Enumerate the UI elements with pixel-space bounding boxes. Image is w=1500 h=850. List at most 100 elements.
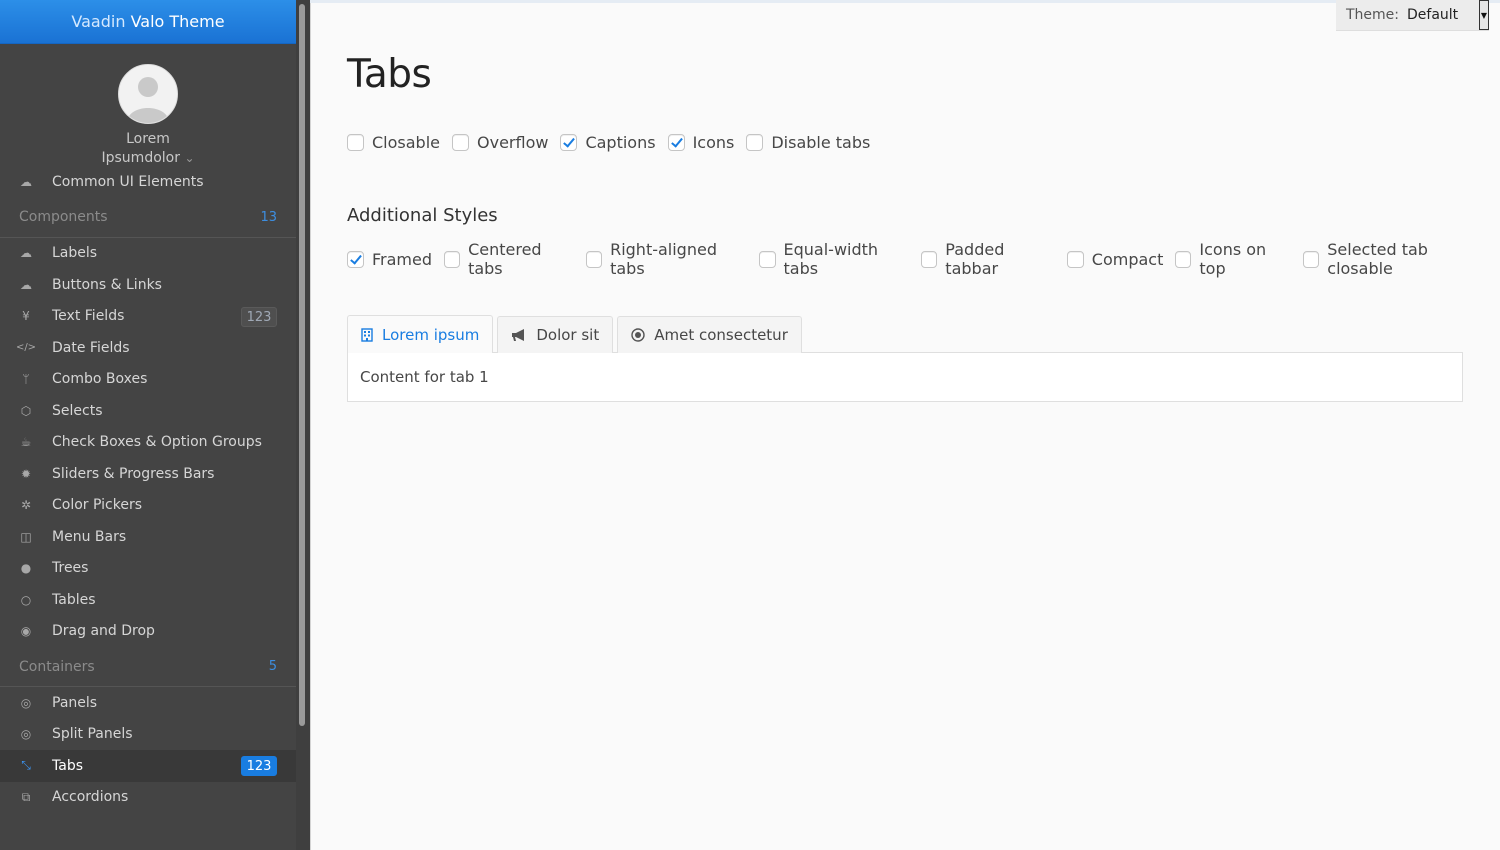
menu-item-buttons-links[interactable]: ☁ Buttons & Links bbox=[0, 269, 296, 301]
checkbox-overflow[interactable]: Overflow bbox=[452, 133, 548, 152]
checkbox-checked[interactable] bbox=[560, 134, 578, 151]
checkbox-centered-tabs[interactable]: Centered tabs bbox=[444, 240, 574, 278]
checkbox-unchecked[interactable] bbox=[1303, 250, 1320, 268]
checkbox-unchecked[interactable] bbox=[1175, 250, 1192, 268]
menu-item-tables[interactable]: ○ Tables bbox=[0, 584, 296, 616]
tab-lorem-ipsum[interactable]: Lorem ipsum bbox=[347, 315, 494, 353]
checkbox-captions[interactable]: Captions bbox=[560, 133, 656, 152]
checkbox-disable-tabs[interactable]: Disable tabs bbox=[746, 133, 870, 152]
menu-item-label: Text Fields bbox=[52, 308, 125, 325]
checkbox-label: Padded tabbar bbox=[945, 240, 1005, 278]
tab-label: Amet consectetur bbox=[654, 326, 788, 344]
checkbox-unchecked[interactable] bbox=[921, 250, 938, 268]
section-count: 13 bbox=[260, 209, 277, 225]
menu-item-panels[interactable]: ◎ Panels bbox=[0, 687, 296, 719]
menu-item-label: Accordions bbox=[52, 789, 129, 806]
checkbox-right-aligned-tabs[interactable]: Right-aligned tabs bbox=[586, 240, 747, 278]
menu-item-common-ui[interactable]: ☁ Common UI Elements bbox=[0, 166, 296, 198]
menu-item-label: Panels bbox=[52, 694, 98, 711]
scrollbar-thumb[interactable] bbox=[299, 4, 305, 726]
page-title: Tabs bbox=[347, 52, 432, 97]
checkbox-compact[interactable]: Compact bbox=[1066, 250, 1163, 269]
dropdown-arrow-icon[interactable]: ▼ bbox=[1479, 0, 1489, 30]
menu-item-label: Common UI Elements bbox=[52, 173, 204, 190]
checkbox-checked[interactable] bbox=[347, 250, 364, 268]
cloud-upload-icon: ☁ bbox=[20, 277, 32, 292]
menu-item-accordions[interactable]: ⧉ Accordions bbox=[0, 782, 296, 814]
checkbox-unchecked[interactable] bbox=[746, 134, 764, 151]
checkbox-label: Closable bbox=[372, 133, 440, 152]
tabbar: Lorem ipsum Dolor sit Amet consectetur bbox=[347, 315, 1463, 353]
menu-item-label: Tabs bbox=[52, 757, 83, 774]
checkbox-icons-on-top[interactable]: Icons on top bbox=[1175, 240, 1291, 278]
checkbox-label: Centered tabs bbox=[468, 240, 542, 278]
menu-item-drag-and-drop[interactable]: ◉ Drag and Drop bbox=[0, 616, 296, 648]
top-line bbox=[310, 0, 1500, 3]
checkbox-framed[interactable]: Framed bbox=[347, 250, 432, 269]
tab-label: Dolor sit bbox=[536, 326, 600, 344]
additional-styles-options: Framed Centered tabs Right-aligned tabs Equ… bbox=[347, 240, 1500, 278]
chevron-down-icon[interactable]: ⌄ bbox=[184, 151, 194, 165]
cog-icon: ✹ bbox=[20, 466, 32, 481]
sidebar-menu: Vaadin Valo Theme Lorem Ipsumdolor ⌄ ☁ C… bbox=[0, 0, 296, 850]
app-title-bold: Valo Theme bbox=[130, 12, 225, 31]
checkbox-unchecked[interactable] bbox=[347, 134, 364, 151]
menu-item-label: Tables bbox=[52, 591, 96, 608]
additional-styles-heading: Additional Styles bbox=[347, 205, 498, 226]
checkbox-checked[interactable] bbox=[667, 134, 685, 151]
menu-item-combo-boxes[interactable]: ᛘ Combo Boxes bbox=[0, 364, 296, 396]
menu-item-menu-bars[interactable]: ◫ Menu Bars bbox=[0, 521, 296, 553]
avatar bbox=[118, 64, 178, 124]
menu-item-selects[interactable]: ⬡ Selects bbox=[0, 395, 296, 427]
menu-item-sliders-progress-bars[interactable]: ✹ Sliders & Progress Bars bbox=[0, 458, 296, 490]
comment-icon: ● bbox=[20, 561, 32, 576]
checkbox-label: Disable tabs bbox=[771, 133, 871, 152]
checkbox-unchecked[interactable] bbox=[759, 250, 776, 268]
menu-item-label: Check Boxes & Option Groups bbox=[52, 434, 262, 451]
checkbox-selected-tab-closable[interactable]: Selected tab closable bbox=[1303, 240, 1488, 278]
menu-item-color-pickers[interactable]: ✲ Color Pickers bbox=[0, 490, 296, 522]
checkbox-padded-tabbar[interactable]: Padded tabbar bbox=[921, 240, 1055, 278]
menu-item-text-fields[interactable]: ¥ Text Fields 123 bbox=[0, 301, 296, 333]
menu-item-date-fields[interactable]: </> Date Fields bbox=[0, 332, 296, 364]
tab-label: Lorem ipsum bbox=[382, 325, 480, 344]
sidebar-scrollbar[interactable] bbox=[296, 0, 311, 850]
tab-options: Closable Overflow Captions Icons Disable tab… bbox=[347, 133, 882, 152]
menu-item-label: Color Pickers bbox=[52, 497, 142, 514]
theme-value[interactable]: Default bbox=[1407, 7, 1479, 23]
theme-label: Theme: bbox=[1346, 7, 1400, 23]
app-title[interactable]: Vaadin Valo Theme bbox=[0, 0, 296, 44]
tab-dolor-sit[interactable]: Dolor sit bbox=[497, 316, 614, 353]
comments-outline-icon: ◎ bbox=[20, 695, 32, 710]
compass-icon: ◎ bbox=[20, 727, 32, 742]
checkbox-label: Captions bbox=[585, 133, 656, 152]
checkbox-unchecked[interactable] bbox=[444, 250, 461, 268]
comments-icon: ◉ bbox=[20, 624, 32, 639]
menu-item-tabs[interactable]: ⤡ Tabs 123 bbox=[0, 750, 296, 782]
menu-item-label: Date Fields bbox=[52, 339, 130, 356]
tab-amet-consectetur[interactable]: Amet consectetur bbox=[617, 316, 802, 353]
checkbox-closable[interactable]: Closable bbox=[347, 133, 440, 152]
columns-icon: ◫ bbox=[20, 529, 32, 544]
menu-item-check-boxes-option-groups[interactable]: ☕ Check Boxes & Option Groups bbox=[0, 427, 296, 459]
checkbox-unchecked[interactable] bbox=[586, 250, 603, 268]
bullseye-icon bbox=[631, 328, 645, 342]
menu-item-label: Split Panels bbox=[52, 726, 133, 743]
tabsheet: Lorem ipsum Dolor sit Amet consectetur Con… bbox=[347, 315, 1463, 402]
checkbox-icons[interactable]: Icons bbox=[667, 133, 735, 152]
code-icon: </> bbox=[15, 342, 37, 354]
menu-item-trees[interactable]: ● Trees bbox=[0, 553, 296, 585]
cloud-icon: ☁ bbox=[20, 174, 32, 189]
checkbox-label: Equal-width tabs bbox=[783, 240, 879, 278]
count-badge: 123 bbox=[241, 306, 277, 327]
user-silhouette-icon bbox=[127, 77, 169, 123]
menu-item-split-panels[interactable]: ◎ Split Panels bbox=[0, 719, 296, 751]
menu-item-labels[interactable]: ☁ Labels bbox=[0, 238, 296, 270]
user-menu[interactable]: Lorem Ipsumdolor ⌄ bbox=[0, 44, 296, 166]
checkbox-unchecked[interactable] bbox=[452, 134, 469, 151]
checkbox-unchecked[interactable] bbox=[1066, 250, 1084, 268]
checkbox-label: Right-aligned tabs bbox=[610, 240, 717, 278]
theme-select[interactable]: Theme: Default ▼ bbox=[1336, 0, 1489, 31]
checkbox-label: Icons bbox=[692, 133, 735, 152]
checkbox-equal-width-tabs[interactable]: Equal-width tabs bbox=[759, 240, 909, 278]
